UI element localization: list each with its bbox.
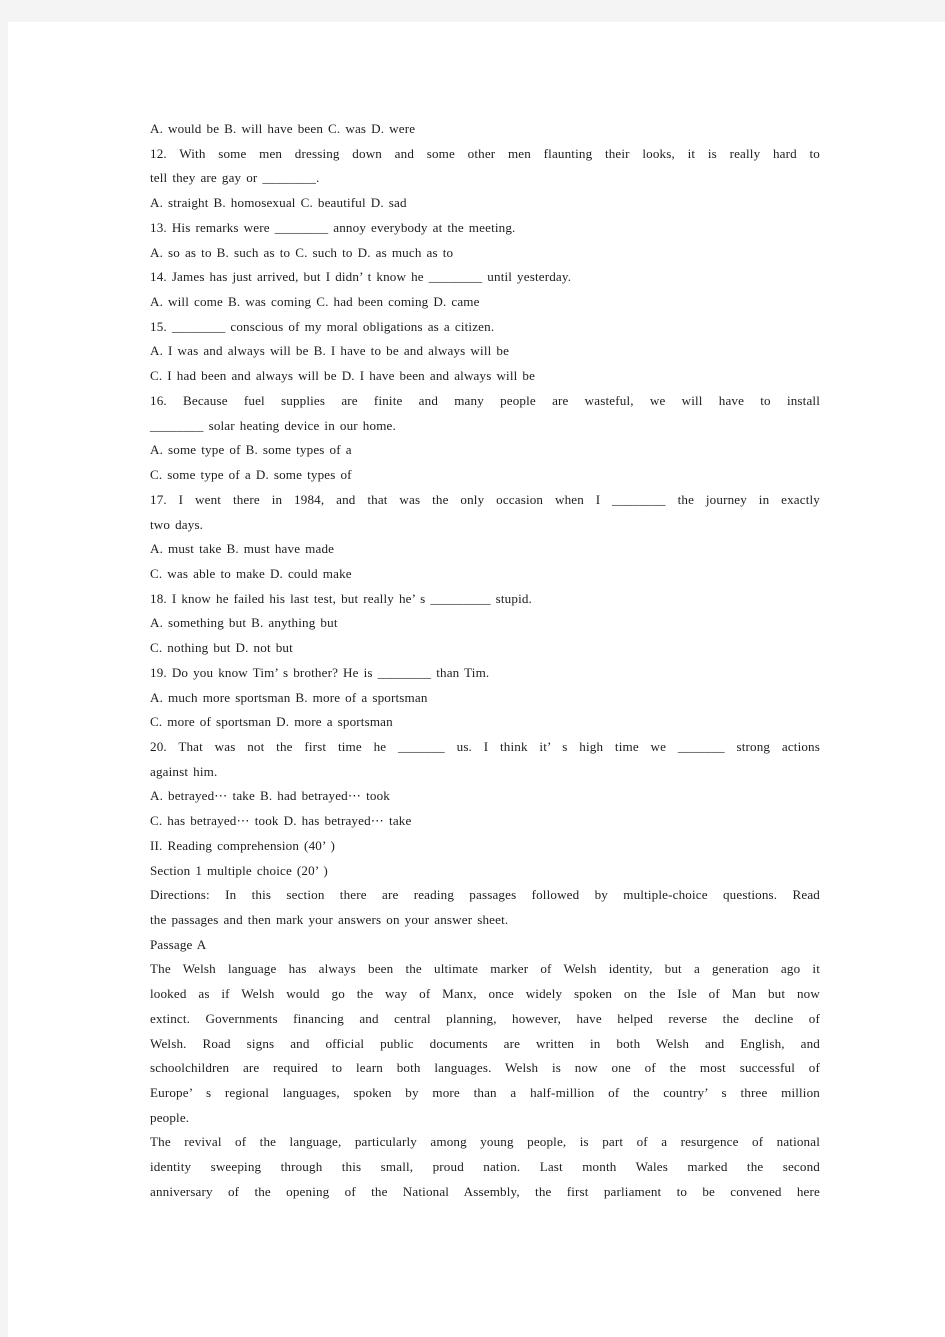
text-line-p1_line2: looked as if Welsh would go the way of M… bbox=[150, 986, 820, 1002]
text-line-q15_opt_cd: C. I had been and always will be D. I ha… bbox=[150, 368, 536, 384]
text-line-section1_heading: Section 1 multiple choice (20’ ) bbox=[150, 862, 328, 878]
document-text-body: A. would be B. will have been C. was D. … bbox=[150, 117, 820, 1205]
text-line-q17_line2: two days. bbox=[150, 516, 204, 532]
text-line-p2_line1: The revival of the language, particularl… bbox=[150, 1134, 820, 1150]
text-line-q19_stem: 19. Do you know Tim’ s brother? He is __… bbox=[150, 664, 490, 680]
text-line-q17_opt_cd: C. was able to make D. could make bbox=[150, 565, 352, 581]
text-line-q18_opt_ab: A. something but B. anything but bbox=[150, 615, 338, 631]
text-line-q13_stem: 13. His remarks were ________ annoy ever… bbox=[150, 219, 516, 235]
text-line-q13_options: A. so as to B. such as to C. such to D. … bbox=[150, 244, 454, 260]
text-line-section2_title: II. Reading comprehension (40’ ) bbox=[150, 837, 336, 853]
text-line-p1_line7: people. bbox=[150, 1109, 190, 1125]
text-line-q16_opt_ab: A. some type of B. some types of a bbox=[150, 442, 352, 458]
text-line-q18_opt_cd: C. nothing but D. not but bbox=[150, 640, 293, 656]
text-line-p1_line6: Europe’ s regional languages, spoken by … bbox=[150, 1085, 820, 1101]
text-line-q17_opt_ab: A. must take B. must have made bbox=[150, 541, 335, 557]
text-line-q20_line2: against him. bbox=[150, 763, 218, 779]
text-line-q11_options: A. would be B. will have been C. was D. … bbox=[150, 121, 416, 136]
text-line-p2_line2: identity sweeping through this small, pr… bbox=[150, 1159, 820, 1175]
document-page-sheet: A. would be B. will have been C. was D. … bbox=[8, 22, 945, 1337]
text-line-directions_line1: Directions: In this section there are re… bbox=[150, 887, 820, 903]
text-line-q17_line1: 17. I went there in 1984, and that was t… bbox=[150, 491, 820, 507]
text-line-q12_options: A. straight B. homosexual C. beautiful D… bbox=[150, 195, 407, 211]
text-line-q16_opt_cd: C. some type of a D. some types of bbox=[150, 467, 352, 483]
text-line-p1_line3: extinct. Governments financing and centr… bbox=[150, 1010, 820, 1026]
text-line-q19_opt_ab: A. much more sportsman B. more of a spor… bbox=[150, 689, 428, 705]
text-line-q15_stem: 15. ________ conscious of my moral oblig… bbox=[150, 318, 495, 334]
text-line-q16_line2: ________ solar heating device in our hom… bbox=[150, 417, 396, 433]
text-line-q14_options: A. will come B. was coming C. had been c… bbox=[150, 294, 480, 310]
text-line-q19_opt_cd: C. more of sportsman D. more a sportsman bbox=[150, 714, 393, 730]
text-line-q20_line1: 20. That was not the first time he _____… bbox=[150, 738, 820, 754]
text-line-p2_line3: anniversary of the opening of the Nation… bbox=[150, 1183, 820, 1199]
text-line-p1_line4: Welsh. Road signs and official public do… bbox=[150, 1035, 820, 1051]
text-line-q15_opt_ab: A. I was and always will be B. I have to… bbox=[150, 343, 510, 359]
text-line-q20_opt_cd: C. has betrayed⋯ took D. has betrayed⋯ t… bbox=[150, 813, 412, 829]
text-line-q12_line1: 12. With some men dressing down and some… bbox=[150, 145, 820, 161]
text-line-q12_line2: tell they are gay or ________. bbox=[150, 170, 320, 186]
text-line-q20_opt_ab: A. betrayed⋯ take B. had betrayed⋯ took bbox=[150, 788, 390, 804]
text-line-q16_line1: 16. Because fuel supplies are finite and… bbox=[150, 392, 820, 408]
text-line-q14_stem: 14. James has just arrived, but I didn’ … bbox=[150, 269, 572, 285]
text-line-passage_a_label: Passage A bbox=[150, 936, 207, 952]
text-line-directions_line2: the passages and then mark your answers … bbox=[150, 912, 509, 927]
text-line-p1_line5: schoolchildren are required to learn bot… bbox=[150, 1060, 820, 1076]
text-line-p1_line1: The Welsh language has always been the u… bbox=[150, 961, 820, 977]
text-line-q18_stem: 18. I know he failed his last test, but … bbox=[150, 590, 532, 606]
